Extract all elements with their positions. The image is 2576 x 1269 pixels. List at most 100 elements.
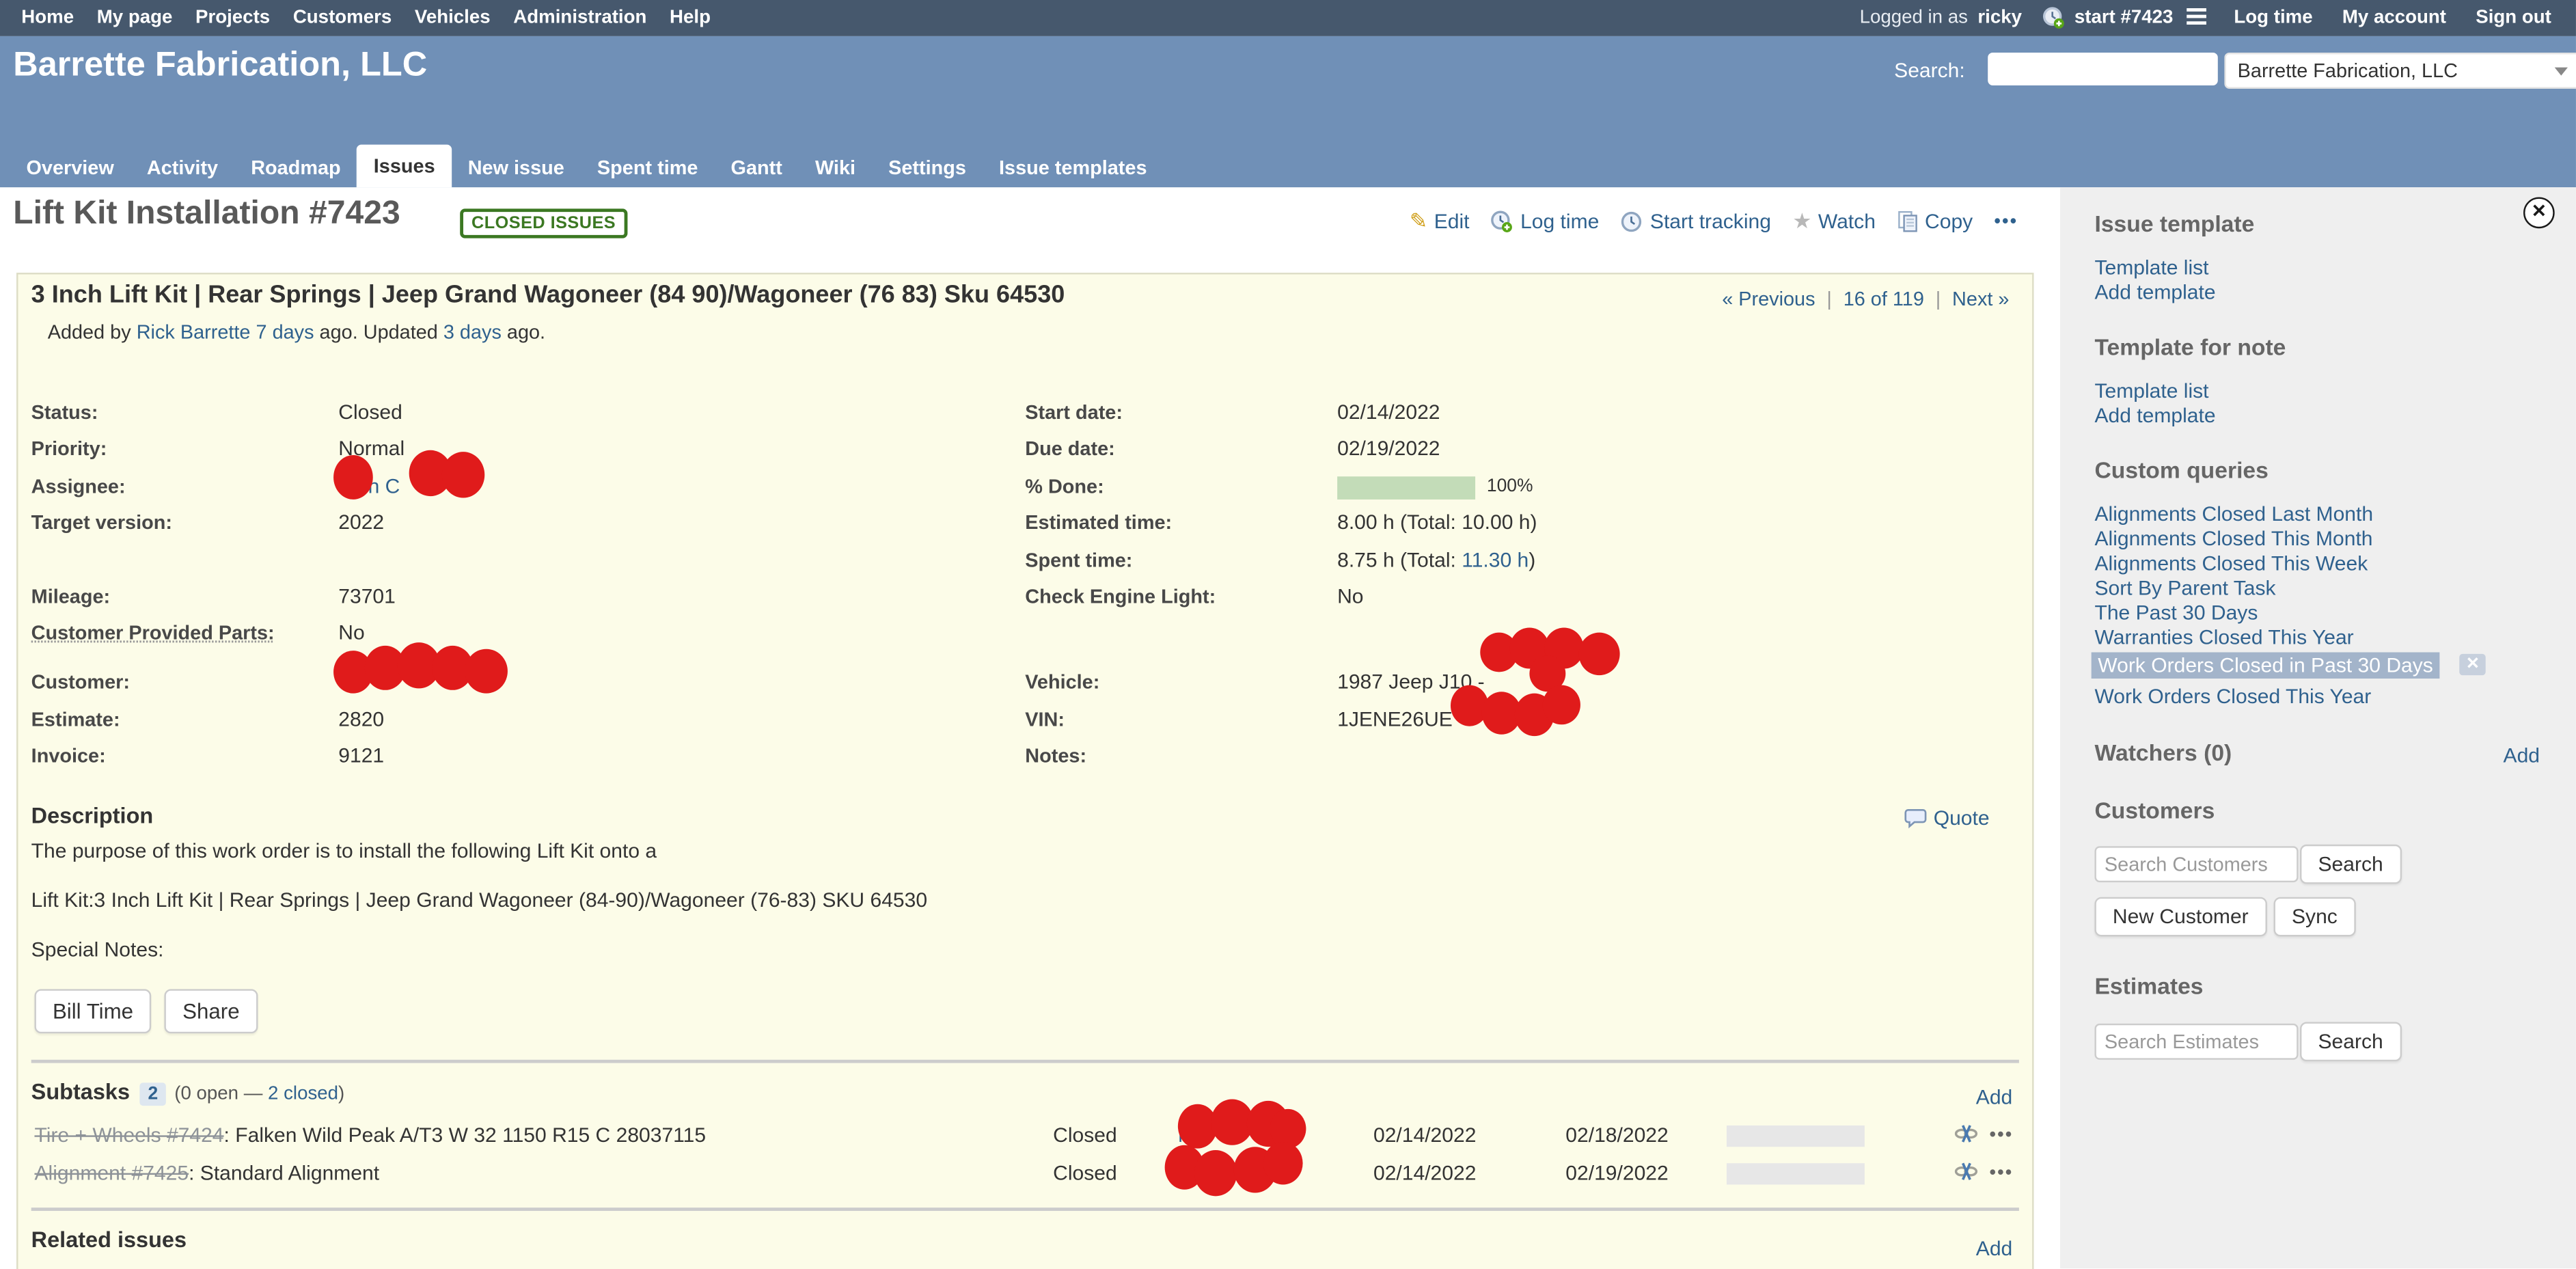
query-link[interactable]: Sort By Parent Task <box>2094 577 2275 600</box>
note-template-list-link[interactable]: Template list <box>2094 379 2208 402</box>
search-estimates-button[interactable]: Search <box>2300 1022 2401 1061</box>
start-date-value: 02/14/2022 <box>1337 401 1440 424</box>
add-watcher-link[interactable]: Add <box>2504 744 2540 767</box>
tab-issues[interactable]: Issues <box>357 145 452 188</box>
subtasks-summary-close: ) <box>338 1084 344 1104</box>
bill-time-button[interactable]: Bill Time <box>34 989 151 1033</box>
tab-overview[interactable]: Overview <box>10 148 130 187</box>
customer-label: Customer: <box>31 670 130 694</box>
quote-bubble-icon <box>1904 808 1927 829</box>
redaction-blob <box>1263 1142 1303 1185</box>
share-button[interactable]: Share <box>165 989 258 1033</box>
subtask-more-button[interactable]: ••• <box>1990 1163 2014 1183</box>
issue-buttons: Bill Time Share <box>34 989 258 1033</box>
updated-ago-link[interactable]: 3 days <box>443 320 502 344</box>
close-sidebar-icon[interactable]: ✕ <box>2523 197 2555 229</box>
done-label: % Done: <box>1025 475 1104 498</box>
subtask-link[interactable]: Alignment #7425 <box>34 1162 189 1185</box>
query-link[interactable]: Alignments Closed This Week <box>2094 552 2368 575</box>
query-link[interactable]: Alignments Closed This Month <box>2094 528 2372 551</box>
query-link[interactable]: Warranties Closed This Year <box>2094 626 2353 649</box>
username: ricky <box>1977 8 2022 28</box>
menu-projects[interactable]: Projects <box>184 0 282 36</box>
customer-provided-parts-label: Customer Provided Parts: <box>31 621 291 646</box>
copy-button[interactable]: Copy <box>1897 210 1973 234</box>
invoice-link[interactable]: 9121 <box>338 744 384 767</box>
new-customer-button[interactable]: New Customer <box>2094 897 2266 937</box>
remove-query-icon[interactable]: ✕ <box>2459 654 2486 675</box>
edit-button[interactable]: ✎Edit <box>1410 208 1470 234</box>
add-subtask-link[interactable]: Add <box>1976 1086 2012 1109</box>
subtask-link[interactable]: Tire + Wheels #7424 <box>34 1124 223 1147</box>
next-issue-link[interactable]: Next » <box>1952 288 2009 311</box>
quick-search-input[interactable] <box>1988 53 2218 85</box>
log-time-button[interactable]: Log time <box>1491 210 1600 234</box>
search-estimates-input[interactable] <box>2094 1024 2298 1060</box>
menu-customers[interactable]: Customers <box>282 0 403 36</box>
tab-new-issue[interactable]: New issue <box>452 148 581 187</box>
unlink-icon[interactable] <box>1954 1122 1979 1145</box>
description-line: Special Notes: <box>31 938 164 961</box>
query-link[interactable]: Alignments Closed Last Month <box>2094 503 2373 526</box>
author-link[interactable]: Rick Barrette <box>137 320 251 344</box>
customers-heading: Customers <box>2094 797 2215 823</box>
pagination-separator: | <box>1826 288 1832 311</box>
added-by-label: Added by <box>48 320 131 344</box>
added-ago-link[interactable]: 7 days <box>256 320 314 344</box>
note-add-template-link[interactable]: Add template <box>2094 404 2215 427</box>
query-link-selected[interactable]: Work Orders Closed in Past 30 Days <box>2092 653 2440 679</box>
subtasks-count-badge: 2 <box>139 1082 166 1106</box>
menu-administration[interactable]: Administration <box>502 0 658 36</box>
target-version-link[interactable]: 2022 <box>338 511 384 534</box>
redaction-blob <box>1543 685 1580 725</box>
tab-roadmap[interactable]: Roadmap <box>234 148 357 187</box>
watch-button[interactable]: ★Watch <box>1792 208 1876 234</box>
query-link[interactable]: Work Orders Closed This Year <box>2094 685 2371 709</box>
previous-issue-link[interactable]: « Previous <box>1722 288 1815 311</box>
query-link[interactable]: The Past 30 Days <box>2094 601 2258 625</box>
subtask-status: Closed <box>1053 1162 1117 1185</box>
divider <box>31 1060 2019 1063</box>
search-customers-button[interactable]: Search <box>2300 845 2401 884</box>
estimates-heading: Estimates <box>2094 972 2203 998</box>
menu-my-page[interactable]: My page <box>85 0 184 36</box>
tab-gantt[interactable]: Gantt <box>714 148 798 187</box>
tab-wiki[interactable]: Wiki <box>799 148 872 187</box>
more-actions-button[interactable]: ••• <box>1994 212 2018 232</box>
spent-time-total-link[interactable]: 11.30 h <box>1462 549 1529 572</box>
updated-label: ago. Updated <box>320 320 438 344</box>
my-account-link[interactable]: My account <box>2331 0 2458 36</box>
subtasks-closed-link[interactable]: 2 closed <box>268 1084 338 1104</box>
clock-plus-icon <box>1491 210 1514 234</box>
tab-settings[interactable]: Settings <box>872 148 983 187</box>
tab-activity[interactable]: Activity <box>131 148 234 187</box>
template-list-link[interactable]: Template list <box>2094 256 2208 279</box>
search-customers-input[interactable] <box>2094 846 2298 882</box>
star-icon: ★ <box>1792 208 1811 234</box>
tracking-list-icon[interactable] <box>2187 8 2206 29</box>
tab-spent-time[interactable]: Spent time <box>581 148 715 187</box>
check-engine-value: No <box>1337 585 1363 608</box>
author-line: Added by Rick Barrette 7 days ago. Updat… <box>48 320 545 344</box>
unlink-icon[interactable] <box>1954 1160 1979 1183</box>
subtask-more-button[interactable]: ••• <box>1990 1125 2014 1145</box>
clock-plus-icon <box>2042 7 2065 30</box>
menu-help[interactable]: Help <box>658 0 722 36</box>
sign-out-link[interactable]: Sign out <box>2464 0 2562 36</box>
log-time-link[interactable]: Log time <box>2223 0 2325 36</box>
add-related-issue-link[interactable]: Add <box>1976 1237 2012 1260</box>
start-tracking-button[interactable]: Start tracking <box>1621 210 1771 234</box>
tab-issue-templates[interactable]: Issue templates <box>983 148 1164 187</box>
subtask-start-date: 02/14/2022 <box>1373 1124 1476 1147</box>
issue-position[interactable]: 16 of 119 <box>1844 288 1924 311</box>
add-template-link[interactable]: Add template <box>2094 281 2215 304</box>
customer-provided-parts-value: No <box>338 621 364 644</box>
estimate-link[interactable]: 2820 <box>338 708 384 731</box>
menu-home[interactable]: Home <box>10 0 85 36</box>
project-jump-select[interactable]: Barrette Fabrication, LLC <box>2224 53 2576 89</box>
menu-vehicles[interactable]: Vehicles <box>403 0 502 36</box>
start-tracking-link[interactable]: start #7423 <box>2071 0 2176 36</box>
sync-button[interactable]: Sync <box>2274 897 2356 937</box>
quote-link[interactable]: Quote <box>1904 807 1989 830</box>
divider <box>31 1207 2019 1211</box>
